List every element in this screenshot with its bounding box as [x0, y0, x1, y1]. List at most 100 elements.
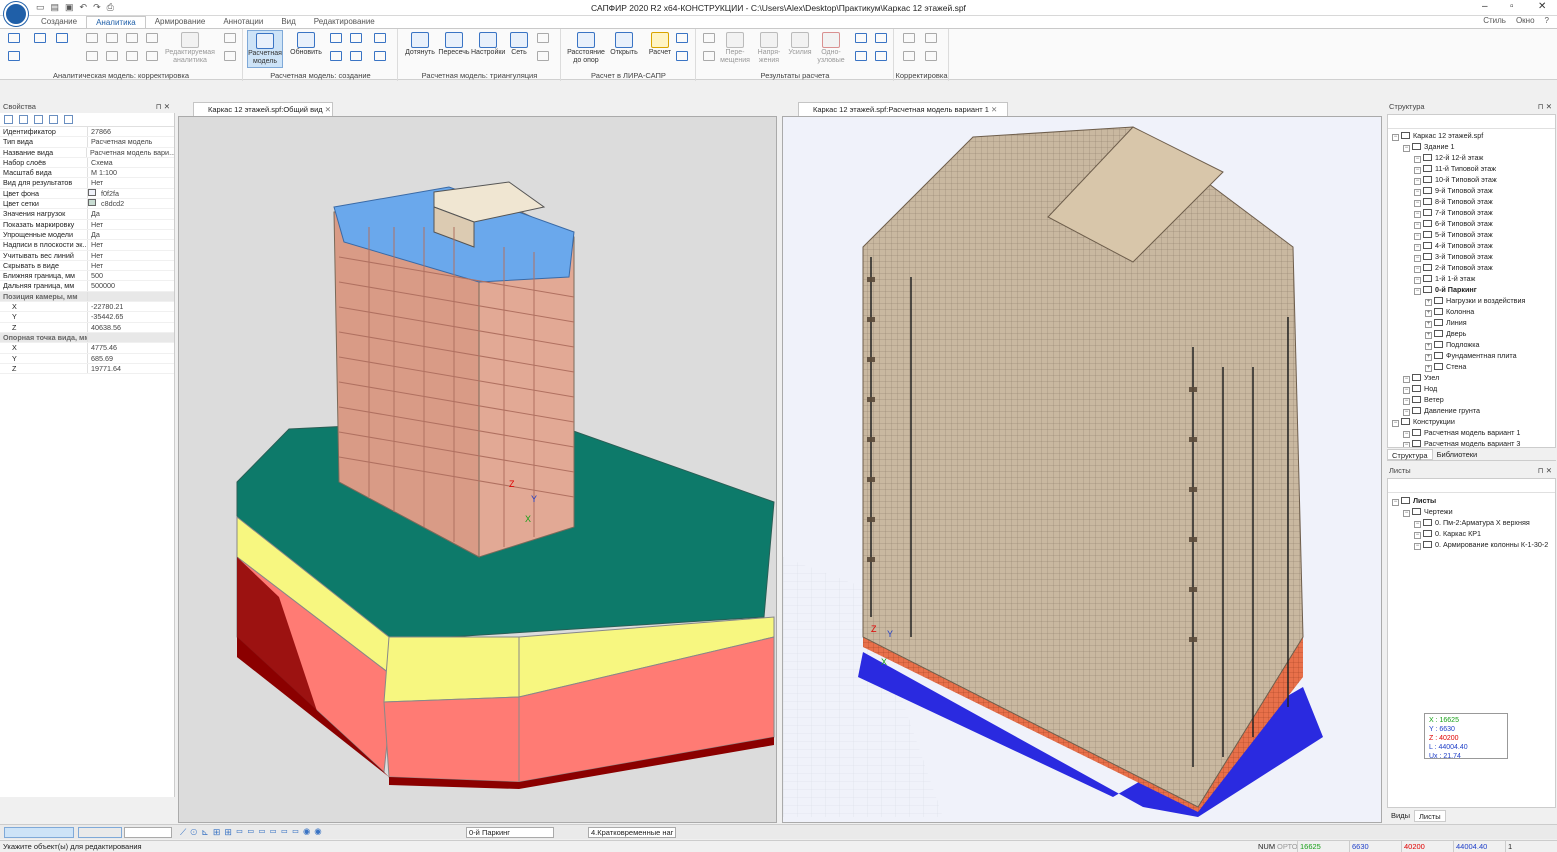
property-value[interactable]: 19771.64 — [88, 364, 121, 373]
edge-icon[interactable] — [86, 33, 98, 43]
tree-item[interactable]: − Каркас 12 этажей.spf — [1388, 130, 1555, 141]
expand-icon[interactable]: − — [1414, 543, 1421, 550]
anchor-icon[interactable] — [146, 51, 158, 61]
tree-item[interactable]: − 12-й 12-й этаж — [1388, 152, 1555, 163]
load-case-select[interactable]: 4.Кратковременные наг — [588, 827, 676, 838]
tab-reinforcement[interactable]: Армирование — [146, 16, 215, 28]
tree-item[interactable]: − 0. Каркас КР1 — [1388, 528, 1555, 539]
tree-item[interactable]: − 0-й Паркинг — [1388, 284, 1555, 295]
tree-item[interactable]: − 5-й Типовой этаж — [1388, 229, 1555, 240]
property-row[interactable]: Скрывать в виде Нет — [0, 260, 174, 272]
tree-item[interactable]: + Дверь — [1388, 328, 1555, 339]
perpendicular-icon[interactable] — [146, 33, 158, 43]
tree-item[interactable]: − Конструкции — [1388, 416, 1555, 427]
tab-calc-model-view[interactable]: Каркас 12 этажей.spf:Расчетная модель ва… — [798, 102, 1008, 116]
model2-icon[interactable] — [330, 51, 342, 61]
expand-icon[interactable]: + — [1425, 354, 1432, 361]
tree-item[interactable]: − 0. Армирование колонны К-1-30-2 — [1388, 539, 1555, 550]
mesh-button[interactable]: Сеть — [505, 32, 533, 57]
tree-item[interactable]: + Нагрузки и воздействия — [1388, 295, 1555, 306]
tree-item[interactable]: − 7-й Типовой этаж — [1388, 207, 1555, 218]
point-icon[interactable] — [374, 33, 386, 43]
pin-icon[interactable] — [855, 33, 867, 43]
property-row[interactable]: X -22780.21 — [0, 302, 174, 313]
tab-libraries[interactable]: Библиотеки — [1433, 449, 1482, 460]
minimize-icon[interactable]: – — [1482, 1, 1488, 12]
property-value[interactable]: Нет — [88, 261, 103, 270]
calc-model-button[interactable]: Расчетная модель — [247, 30, 283, 68]
expand-icon[interactable]: − — [1403, 510, 1410, 517]
tree-item[interactable]: + Подложка — [1388, 339, 1555, 350]
property-value[interactable]: Нет — [88, 251, 103, 260]
move2-icon[interactable] — [925, 33, 937, 43]
property-row[interactable]: Y -35442.65 — [0, 312, 174, 323]
property-value[interactable]: Нет — [88, 240, 103, 249]
cs-icon[interactable] — [106, 51, 118, 61]
value-input[interactable] — [124, 827, 172, 838]
edge2-icon[interactable] — [106, 33, 118, 43]
category-icon[interactable] — [4, 115, 13, 124]
level-select[interactable]: 0-й Паркинг — [466, 827, 554, 838]
expand-icon[interactable]: − — [1414, 222, 1421, 229]
property-row[interactable]: Z 40638.56 — [0, 322, 174, 333]
property-row[interactable]: Надписи в плоскости эк... Нет — [0, 240, 174, 251]
triangle2-icon[interactable] — [126, 51, 138, 61]
expand-icon[interactable]: − — [1403, 409, 1410, 416]
window-menu[interactable]: Окно — [1516, 16, 1535, 25]
forces-button[interactable]: Усилия — [785, 32, 815, 57]
expand-icon[interactable]: − — [1414, 521, 1421, 528]
property-value[interactable]: Расчетная модель — [88, 137, 152, 146]
tab-analytics[interactable]: Аналитика — [86, 16, 146, 28]
property-row[interactable]: Тип вида Расчетная модель — [0, 137, 174, 148]
tree-item[interactable]: − 6-й Типовой этаж — [1388, 218, 1555, 229]
property-row[interactable]: Упрощенные модели Да — [0, 229, 174, 241]
tree-item[interactable]: − 10-й Типовой этаж — [1388, 174, 1555, 185]
segment-icon[interactable] — [374, 51, 386, 61]
expand-icon[interactable]: − — [1414, 189, 1421, 196]
tree-item[interactable]: − Расчетная модель вариант 3 — [1388, 438, 1555, 447]
property-row[interactable]: Показать маркировку Нет — [0, 219, 174, 230]
expand-icon[interactable]: + — [1425, 299, 1432, 306]
draw2-icon[interactable] — [350, 51, 362, 61]
property-row[interactable]: Масштаб вида М 1:100 — [0, 168, 174, 179]
expand-icon[interactable]: + — [1425, 343, 1432, 350]
property-value[interactable]: 4775.46 — [88, 343, 117, 352]
property-value[interactable]: 500000 — [88, 281, 115, 290]
property-value[interactable]: Нет — [88, 178, 103, 187]
tree-item[interactable]: − 11-й Типовой этаж — [1388, 163, 1555, 174]
pin-close-icon[interactable]: ⊓ ✕ — [156, 101, 170, 112]
expand-icon[interactable]: − — [1403, 442, 1410, 447]
tab-views[interactable]: Виды — [1387, 810, 1414, 822]
property-row[interactable]: Название вида Расчетная модель вари... — [0, 147, 174, 158]
tab-sheets[interactable]: Листы — [1413, 810, 1446, 822]
move-icon[interactable] — [903, 33, 915, 43]
sheets-pin-close-icon[interactable]: ⊓ ✕ — [1538, 465, 1552, 476]
tab-create[interactable]: Создание — [32, 16, 86, 28]
tree-item[interactable]: − 2-й Типовой этаж — [1388, 262, 1555, 273]
property-row[interactable]: X 4775.46 — [0, 343, 174, 354]
property-value[interactable]: f0f2fa — [98, 189, 119, 198]
snap-modes[interactable] — [4, 827, 74, 838]
general-view-viewport[interactable]: Z Y X — [178, 116, 777, 823]
property-row[interactable]: Цвет фона f0f2fa — [0, 188, 174, 200]
triangle-icon[interactable] — [126, 33, 138, 43]
expand-icon[interactable]: − — [1414, 156, 1421, 163]
tree-item[interactable]: + Фундаментная плита — [1388, 350, 1555, 361]
expand-icon[interactable]: + — [1425, 365, 1432, 372]
expand-icon[interactable]: − — [1414, 233, 1421, 240]
property-row[interactable]: Набор слоёв Схема — [0, 157, 174, 169]
settings-button[interactable]: Настройки — [471, 32, 505, 57]
property-value[interactable]: Да — [88, 230, 100, 239]
tree-item[interactable]: + Колонна — [1388, 306, 1555, 317]
property-value[interactable]: 685.69 — [88, 354, 113, 363]
tree-item[interactable]: − 8-й Типовой этаж — [1388, 196, 1555, 207]
tree-item[interactable]: − Листы — [1388, 495, 1555, 506]
expand-icon[interactable]: − — [1392, 420, 1399, 427]
result-icon[interactable] — [703, 33, 715, 43]
tree-item[interactable]: − 9-й Типовой этаж — [1388, 185, 1555, 196]
property-value[interactable]: 500 — [88, 271, 103, 280]
distance-button[interactable]: Расстояние до опор — [564, 32, 608, 65]
open-button[interactable]: Открыть — [608, 32, 640, 57]
property-value[interactable]: Да — [88, 209, 100, 218]
edit-analytics-button[interactable]: Редактируемая аналитика — [163, 32, 217, 65]
